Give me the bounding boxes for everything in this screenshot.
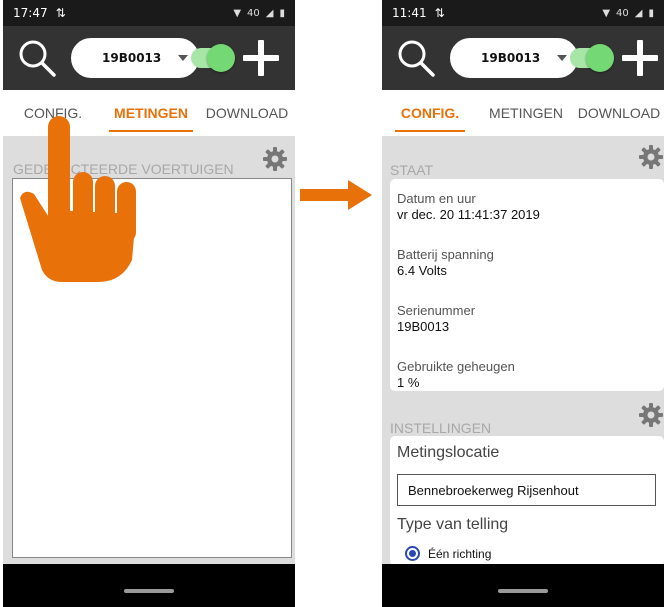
add-icon[interactable]: [622, 40, 658, 76]
status-bar: 17:47 ⇅ ▼ 40 ◢ ▮: [3, 0, 295, 26]
phone-screen-right: 11:41 ⇅ ▼ 40 ◢ ▮ 19B0013 CONFIG. METINGE…: [382, 0, 664, 607]
sync-icon: ⇅: [55, 6, 66, 20]
radio-selected-icon[interactable]: [405, 546, 420, 561]
navigation-bar: [382, 564, 664, 607]
arrow-right-icon: [300, 180, 372, 210]
search-icon[interactable]: [394, 36, 438, 80]
serial-number-value: 19B0013: [397, 319, 450, 334]
serial-number-label: Serienummer: [397, 303, 476, 318]
device-select-value: 19B0013: [481, 51, 541, 65]
toolbar: 19B0013: [3, 26, 295, 90]
tap-hand-icon: [20, 116, 136, 282]
status-bar: 11:41 ⇅ ▼ 40 ◢ ▮: [382, 0, 664, 26]
chevron-down-icon: [557, 55, 567, 61]
status-time: 17:47: [13, 6, 48, 20]
tab-bar: CONFIG. METINGEN DOWNLOAD: [382, 90, 664, 136]
battery-voltage-value: 6.4 Volts: [397, 263, 447, 278]
navigation-bar: [3, 564, 295, 607]
wifi-icon: ▼: [233, 7, 242, 19]
battery-voltage-label: Batterij spanning: [397, 247, 494, 262]
gear-icon[interactable]: [638, 402, 664, 428]
count-type-label: Type van telling: [397, 516, 509, 533]
tab-download[interactable]: DOWNLOAD: [574, 90, 664, 136]
signal-text: 40: [616, 7, 629, 19]
tab-config[interactable]: CONFIG.: [382, 90, 478, 136]
status-time: 11:41: [392, 6, 427, 20]
tab-download-label: DOWNLOAD: [577, 105, 661, 121]
date-time-label: Datum en uur: [397, 191, 476, 206]
memory-used-label: Gebruikte geheugen: [397, 359, 515, 374]
section-title-staat: STAAT: [390, 162, 434, 178]
battery-icon: ▮: [648, 7, 654, 19]
gear-icon[interactable]: [262, 146, 288, 172]
chevron-down-icon: [178, 55, 188, 61]
settings-card: Metingslocatie Bennebroekerweg Rijsenhou…: [390, 436, 664, 566]
sync-icon: ⇅: [434, 6, 445, 20]
content-area: STAAT Datum en uur vr dec. 20 11:41:37 2…: [382, 136, 664, 566]
tab-download[interactable]: DOWNLOAD: [199, 90, 295, 136]
date-time-value: vr dec. 20 11:41:37 2019: [397, 207, 540, 222]
tab-metingen[interactable]: METINGEN: [478, 90, 574, 136]
home-gesture-bar[interactable]: [498, 589, 548, 593]
signal-icon: ◢: [634, 7, 643, 19]
connection-toggle[interactable]: [570, 44, 614, 72]
location-label: Metingslocatie: [397, 444, 500, 461]
location-input[interactable]: Bennebroekerweg Rijsenhout: [397, 474, 656, 506]
search-icon[interactable]: [15, 36, 59, 80]
device-select[interactable]: 19B0013: [71, 38, 199, 78]
section-title-instellingen: INSTELLINGEN: [390, 420, 492, 436]
tab-download-label: DOWNLOAD: [205, 105, 289, 121]
memory-used-value: 1 %: [397, 375, 420, 390]
tab-config-label: CONFIG.: [400, 105, 460, 121]
wifi-icon: ▼: [602, 7, 611, 19]
device-select-value: 19B0013: [102, 51, 162, 65]
device-select[interactable]: 19B0013: [450, 38, 578, 78]
toolbar: 19B0013: [382, 26, 664, 90]
signal-icon: ◢: [265, 7, 274, 19]
count-type-option[interactable]: Één richting: [405, 546, 491, 561]
connection-toggle[interactable]: [191, 44, 235, 72]
status-card: Datum en uur vr dec. 20 11:41:37 2019 Ba…: [390, 179, 664, 391]
add-icon[interactable]: [243, 40, 279, 76]
gear-icon[interactable]: [638, 144, 664, 170]
count-type-option-label: Één richting: [428, 546, 492, 561]
battery-icon: ▮: [279, 7, 285, 19]
home-gesture-bar[interactable]: [124, 589, 174, 593]
signal-text: 40: [247, 7, 260, 19]
phone-screen-left: 17:47 ⇅ ▼ 40 ◢ ▮ 19B0013 CONFIG. METINGE…: [3, 0, 295, 607]
tab-metingen-label: METINGEN: [489, 105, 563, 121]
